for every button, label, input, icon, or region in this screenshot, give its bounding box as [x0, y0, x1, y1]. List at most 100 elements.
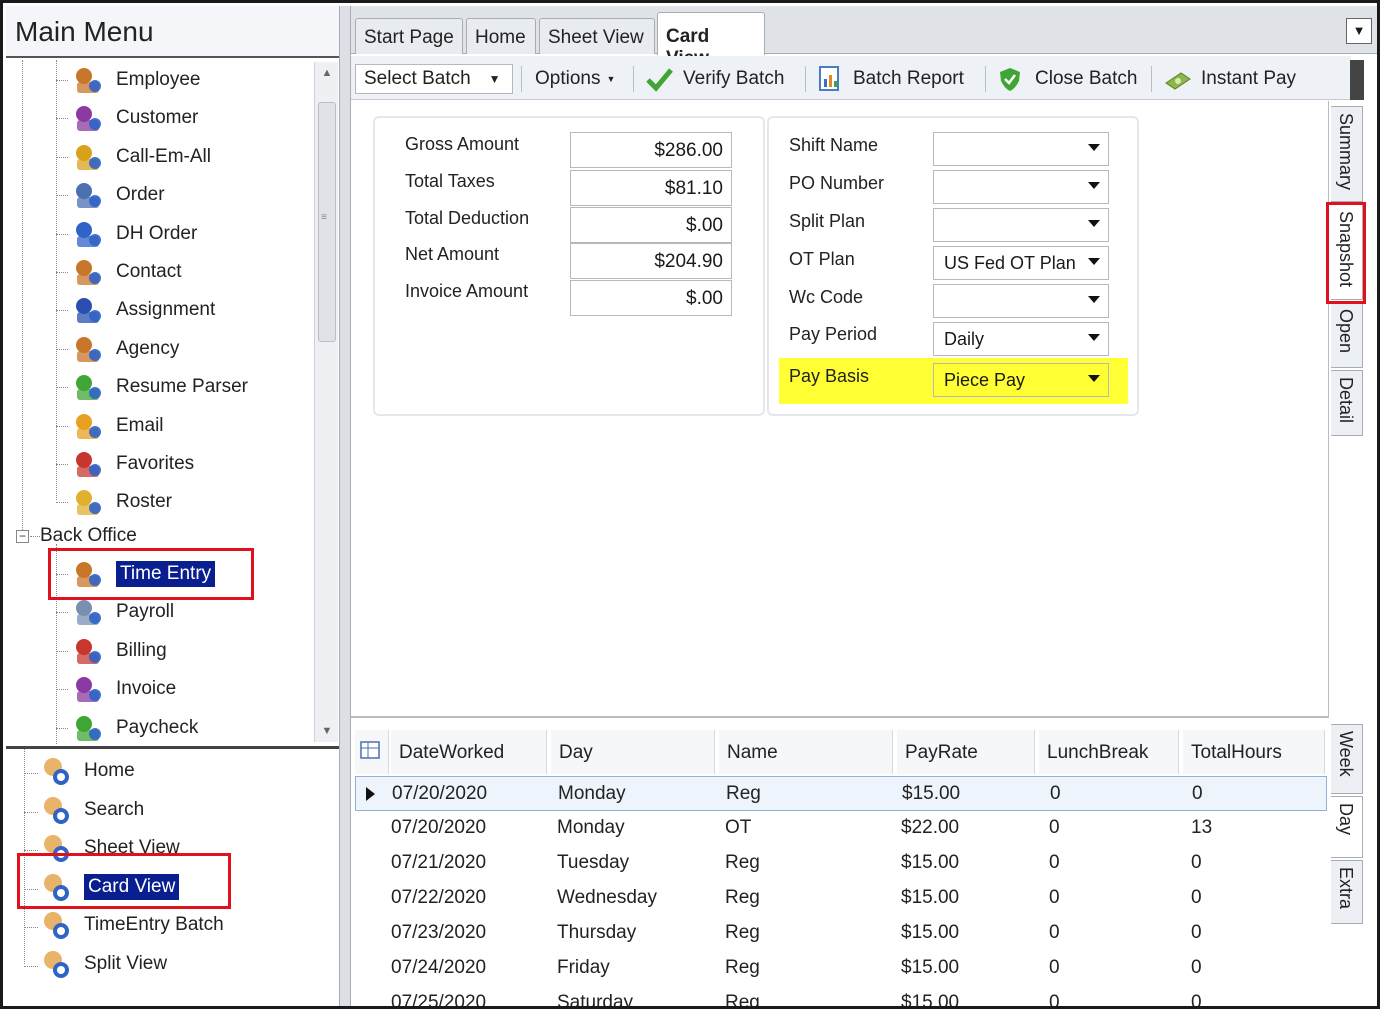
- chevron-down-icon: [1088, 144, 1100, 151]
- tab-sheet-view[interactable]: Sheet View: [539, 18, 655, 54]
- column-header-lunchbreak[interactable]: LunchBreak: [1039, 730, 1179, 774]
- menu-item-roster[interactable]: Roster: [70, 484, 172, 520]
- table-cell-totalhours: 13: [1191, 817, 1213, 838]
- side-tab-day[interactable]: Day: [1331, 796, 1363, 858]
- batch-report-button[interactable]: Batch Report: [817, 64, 964, 94]
- options-menu-button[interactable]: Options ▼: [535, 64, 615, 94]
- wc-code-select[interactable]: [933, 284, 1109, 318]
- column-header-day[interactable]: Day: [551, 730, 715, 774]
- menu-item-employee[interactable]: Employee: [70, 62, 201, 98]
- scroll-grip-icon: ≡: [321, 212, 327, 223]
- table-cell-day: Monday: [558, 783, 626, 804]
- view-item-timeentry-batch[interactable]: TimeEntry Batch: [38, 907, 224, 943]
- gross-amount-field[interactable]: $286.00: [570, 132, 732, 168]
- table-cell-dateworked: 07/21/2020: [391, 852, 487, 873]
- panel-splitter[interactable]: [339, 6, 351, 1006]
- table-row[interactable]: 07/21/2020 Tuesday Reg $15.00 0 0: [355, 846, 1327, 881]
- menu-item-call-em-all[interactable]: Call-Em-All: [70, 139, 211, 175]
- column-header-dateworked[interactable]: DateWorked: [391, 730, 547, 774]
- side-tab-extra[interactable]: Extra: [1331, 860, 1363, 924]
- table-cell-payrate: $15.00: [901, 957, 960, 978]
- side-tab-week[interactable]: Week: [1331, 724, 1363, 794]
- side-tab-detail[interactable]: Detail: [1331, 370, 1363, 436]
- total-taxes-field[interactable]: $81.10: [570, 170, 732, 206]
- net-amount-field[interactable]: $204.90: [570, 243, 732, 279]
- split-plan-select[interactable]: [933, 208, 1109, 242]
- close-batch-button[interactable]: Close Batch: [997, 64, 1137, 94]
- toolbar-overflow-handle[interactable]: [1350, 60, 1364, 100]
- tree-scrollbar[interactable]: ▲ ≡ ▼: [314, 62, 338, 742]
- batch-toolbar: Select Batch ▼ Options ▼ Verify Batch Ba…: [351, 56, 1351, 100]
- options-label: Options: [535, 68, 601, 89]
- grid-options-button[interactable]: [355, 730, 389, 774]
- table-cell-totalhours: 0: [1191, 992, 1202, 1009]
- tab-card-view[interactable]: Card View: [657, 12, 765, 69]
- menu-item-label: Paycheck: [116, 716, 199, 738]
- total-deduction-field[interactable]: $.00: [570, 207, 732, 243]
- ot-plan-select[interactable]: US Fed OT Plan: [933, 246, 1109, 280]
- menu-item-favorites[interactable]: Favorites: [70, 446, 194, 482]
- total-taxes-label: Total Taxes: [405, 171, 495, 191]
- document-tabs: Start Page Home Sheet View Card View ▼: [351, 6, 1377, 69]
- menu-item-billing[interactable]: Billing: [70, 633, 167, 669]
- table-row[interactable]: 07/25/2020 Saturday Reg $15.00 0 0: [355, 986, 1327, 1009]
- menu-item-dh-order[interactable]: DH Order: [70, 216, 197, 252]
- table-row[interactable]: 07/24/2020 Friday Reg $15.00 0 0: [355, 951, 1327, 986]
- table-cell-day: Friday: [557, 957, 610, 978]
- view-item-search[interactable]: Search: [38, 792, 144, 828]
- menu-item-contact[interactable]: Contact: [70, 254, 181, 290]
- amounts-group: Gross Amount $286.00 Total Taxes $81.10 …: [373, 116, 765, 416]
- pay-basis-select[interactable]: Piece Pay: [933, 363, 1109, 397]
- tab-start-page[interactable]: Start Page: [355, 18, 463, 54]
- pay-period-select[interactable]: Daily: [933, 322, 1109, 356]
- menu-item-resume-parser[interactable]: Resume Parser: [70, 369, 248, 405]
- table-row[interactable]: 07/20/2020 Monday OT $22.00 0 13: [355, 811, 1327, 846]
- table-row[interactable]: 07/20/2020 Monday Reg $15.00 0 0: [355, 776, 1327, 811]
- menu-item-assignment[interactable]: Assignment: [70, 292, 215, 328]
- invoice-icon: [70, 672, 106, 706]
- side-tab-open-label: Open: [1336, 309, 1356, 354]
- menu-item-customer[interactable]: Customer: [70, 100, 198, 136]
- checkmark-icon: [646, 68, 673, 92]
- shift-name-select[interactable]: [933, 132, 1109, 166]
- table-cell-payrate: $15.00: [901, 922, 960, 943]
- time-entry-grid: DateWorked Day Name PayRate LunchBreak TotalH…: [351, 716, 1329, 1006]
- menu-item-order[interactable]: Order: [70, 177, 165, 213]
- grid-side-tabs: Week Day Extra: [1331, 724, 1371, 984]
- column-header-name[interactable]: Name: [719, 730, 893, 774]
- menu-item-label: Billing: [116, 639, 167, 661]
- table-cell-totalhours: 0: [1191, 957, 1202, 978]
- menu-item-invoice[interactable]: Invoice: [70, 671, 176, 707]
- table-cell-dateworked: 07/22/2020: [391, 887, 487, 908]
- tab-home[interactable]: Home: [466, 18, 536, 54]
- menu-item-agency[interactable]: Agency: [70, 331, 179, 367]
- menu-item-label: Assignment: [116, 299, 216, 321]
- table-cell-name: Reg: [725, 852, 760, 873]
- view-item-split-view[interactable]: Split View: [38, 946, 167, 982]
- menu-item-paycheck[interactable]: Paycheck: [70, 710, 198, 744]
- total-deduction-label: Total Deduction: [405, 208, 530, 228]
- customer-icon: [70, 101, 106, 135]
- scroll-down-icon[interactable]: ▼: [315, 720, 339, 742]
- table-row[interactable]: 07/22/2020 Wednesday Reg $15.00 0 0: [355, 881, 1327, 916]
- po-number-select[interactable]: [933, 170, 1109, 204]
- table-cell-name: OT: [725, 817, 752, 838]
- back-office-collapse-toggle[interactable]: −: [16, 530, 29, 543]
- table-row[interactable]: 07/23/2020 Thursday Reg $15.00 0 0: [355, 916, 1327, 951]
- invoice-amount-field[interactable]: $.00: [570, 280, 732, 316]
- tab-list-dropdown-icon[interactable]: ▼: [1346, 18, 1372, 44]
- scroll-up-icon[interactable]: ▲: [315, 62, 339, 84]
- table-cell-lunchbreak: 0: [1049, 817, 1060, 838]
- side-tab-open[interactable]: Open: [1331, 302, 1363, 368]
- current-row-indicator-icon: [366, 787, 375, 801]
- side-tab-summary[interactable]: Summary: [1331, 106, 1363, 202]
- ot-plan-value: US Fed OT Plan: [944, 253, 1076, 273]
- verify-batch-button[interactable]: Verify Batch: [645, 64, 784, 94]
- view-item-home[interactable]: Home: [38, 753, 135, 789]
- column-header-totalhours[interactable]: TotalHours: [1183, 730, 1325, 774]
- menu-item-email[interactable]: Email: [70, 408, 164, 444]
- table-cell-name: Reg: [725, 922, 760, 943]
- select-batch-dropdown[interactable]: Select Batch ▼: [355, 64, 513, 94]
- instant-pay-button[interactable]: Instant Pay: [1163, 64, 1296, 94]
- column-header-payrate[interactable]: PayRate: [897, 730, 1035, 774]
